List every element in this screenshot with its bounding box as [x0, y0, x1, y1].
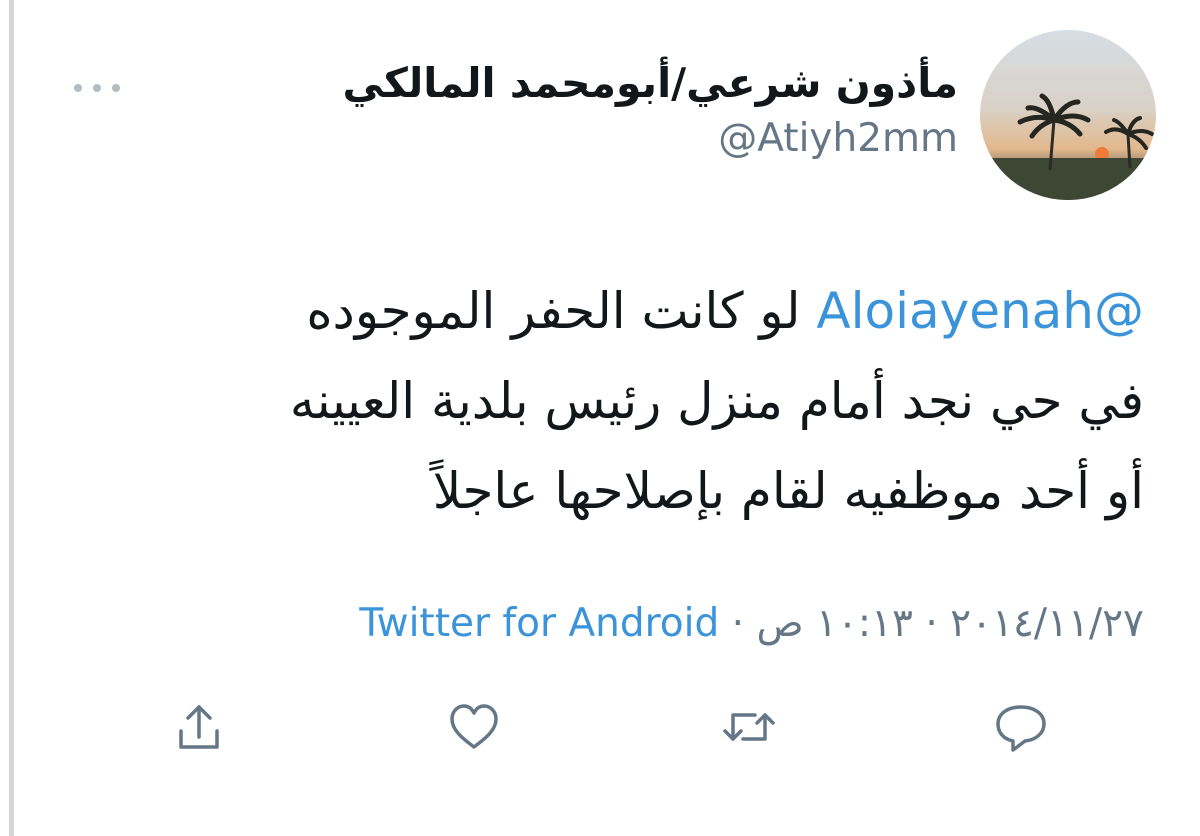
- like-button[interactable]: [439, 692, 509, 762]
- heart-icon: [450, 704, 498, 749]
- avatar[interactable]: [980, 30, 1156, 200]
- palm-trees-sunset-avatar: [980, 30, 1156, 200]
- reply-button[interactable]: [986, 692, 1056, 762]
- tweet-text-line-3: أو أحد موظفيه لقام بإصلاحها عاجلاً: [432, 462, 1144, 520]
- author-display-name[interactable]: مأذون شرعي/أبومحمد المالكي: [343, 54, 958, 112]
- mention-link[interactable]: @Aloiayenah: [816, 282, 1144, 340]
- retweet-button[interactable]: [714, 692, 784, 762]
- more-options-icon[interactable]: [74, 76, 120, 100]
- tweet-text-line-1: @Aloiayenah لو كانت الحفر الموجوده: [306, 282, 1144, 340]
- tweet-source-link[interactable]: Twitter for Android: [359, 601, 719, 646]
- retweet-icon: [723, 713, 775, 741]
- share-icon: [179, 705, 219, 749]
- tweet-actions: [164, 692, 1064, 762]
- author-handle[interactable]: @Atiyh2mm: [343, 112, 958, 166]
- tweet-date[interactable]: ٢٠١٤/١١/٢٧: [950, 601, 1144, 646]
- tweet-text-line-2: في حي نجد أمام منزل رئيس بلدية العيينه: [289, 372, 1144, 430]
- tweet-card: مأذون شرعي/أبومحمد المالكي @Atiyh2mm @Al…: [14, 0, 1200, 836]
- reply-icon: [996, 705, 1046, 752]
- share-button[interactable]: [164, 692, 234, 762]
- tweet-text: @Aloiayenah لو كانت الحفر الموجوده في حي…: [144, 266, 1144, 536]
- tweet-meta: ٢٠١٤/١١/٢٧ · ١٠:١٣ ص · Twitter for Andro…: [359, 601, 1144, 646]
- tweet-author: مأذون شرعي/أبومحمد المالكي @Atiyh2mm: [343, 54, 958, 166]
- tweet-time[interactable]: ١٠:١٣ ص: [756, 601, 913, 646]
